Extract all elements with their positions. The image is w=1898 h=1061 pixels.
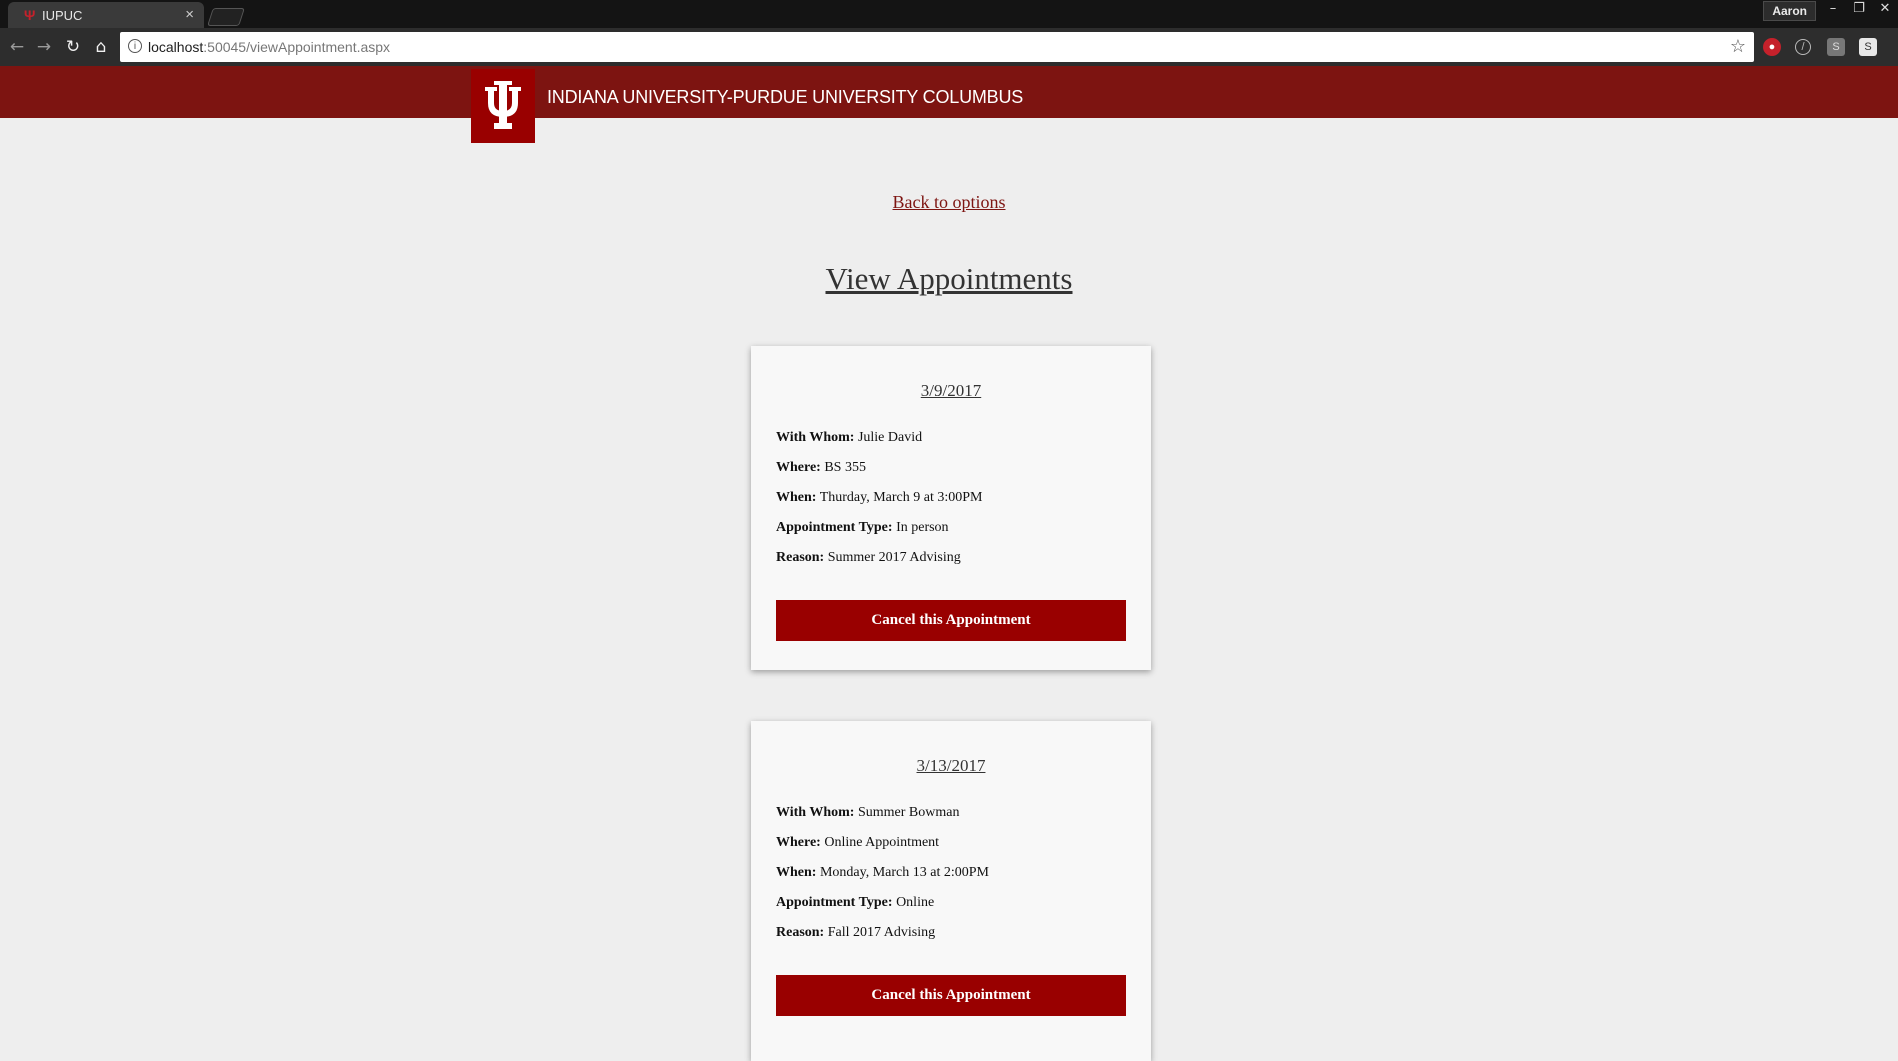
page-title: View Appointments — [825, 261, 1073, 296]
appointment-card: 3/9/2017 With Whom: Julie David Where: B… — [751, 346, 1151, 670]
restore-icon[interactable]: ❐ — [1846, 0, 1872, 20]
extension-block-icon[interactable]: / — [1795, 39, 1811, 55]
tab-title: IUPUC — [42, 8, 83, 23]
site-info-icon[interactable]: i — [128, 39, 142, 53]
browser-tab[interactable]: Ψ IUPUC × — [8, 2, 204, 28]
back-arrow-icon[interactable]: ← — [6, 36, 28, 58]
appointment-type: Appointment Type: In person — [776, 520, 949, 535]
home-icon[interactable]: ⌂ — [90, 36, 112, 58]
appointment-when: When: Monday, March 13 at 2:00PM — [776, 865, 989, 880]
appointment-date: 3/9/2017 — [920, 381, 982, 400]
appointment-with-whom: With Whom: Julie David — [776, 430, 923, 445]
iu-trident-icon — [485, 81, 521, 129]
extension-s-grey-icon[interactable]: S — [1827, 38, 1845, 56]
tab-close-icon[interactable]: × — [185, 6, 194, 23]
reload-icon[interactable]: ↻ — [62, 36, 84, 58]
appointment-type: Appointment Type: Online — [776, 895, 935, 910]
appointment-date: 3/13/2017 — [916, 756, 986, 775]
bookmark-star-icon[interactable]: ☆ — [1730, 36, 1746, 57]
new-tab-button[interactable] — [207, 8, 245, 26]
appointment-where: Where: Online Appointment — [776, 835, 940, 850]
appointment-with-whom: With Whom: Summer Bowman — [776, 805, 960, 820]
address-bar[interactable]: i localhost:50045/viewAppointment.aspx ☆ — [120, 32, 1754, 62]
cancel-appointment-button[interactable]: Cancel this Appointment — [776, 975, 1126, 1016]
browser-toolbar: ← → ↻ ⌂ i localhost:50045/viewAppointmen… — [0, 28, 1898, 66]
cancel-appointment-button[interactable]: Cancel this Appointment — [776, 600, 1126, 641]
appointment-card: 3/13/2017 With Whom: Summer Bowman Where… — [751, 721, 1151, 1061]
minimize-icon[interactable]: – — [1820, 0, 1846, 20]
iu-favicon-icon: Ψ — [24, 7, 36, 23]
back-link-container: Back to options — [0, 192, 1898, 213]
university-name: INDIANA UNIVERSITY-PURDUE UNIVERSITY COL… — [547, 87, 1024, 107]
extension-s-icon[interactable]: S — [1859, 38, 1877, 56]
forward-arrow-icon[interactable]: → — [33, 36, 55, 58]
browser-tab-bar: Ψ IUPUC × Aaron – ❐ ✕ — [0, 0, 1898, 28]
iu-logo[interactable] — [471, 69, 535, 143]
appointment-where: Where: BS 355 — [776, 460, 866, 475]
window-close-icon[interactable]: ✕ — [1872, 0, 1898, 20]
appointment-reason: Reason: Fall 2017 Advising — [776, 925, 936, 940]
profile-button[interactable]: Aaron — [1763, 1, 1816, 21]
extension-shield-icon[interactable]: ● — [1763, 38, 1781, 56]
appointment-when: When: Thurday, March 9 at 3:00PM — [776, 490, 983, 505]
address-url: localhost:50045/viewAppointment.aspx — [148, 39, 391, 55]
back-to-options-link[interactable]: Back to options — [893, 192, 1006, 212]
appointment-reason: Reason: Summer 2017 Advising — [776, 550, 961, 565]
